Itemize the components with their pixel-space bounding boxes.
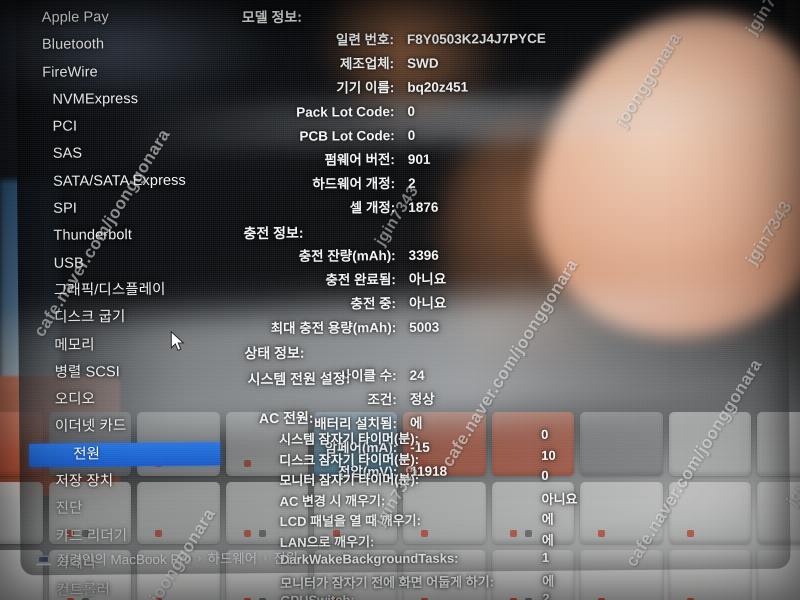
system-power-settings: 시스템 전원 설정: AC 전원: 시스템 잠자기 타이머(분): 0 디스크 잠자… — [245, 363, 787, 600]
sidebar-item-15[interactable]: 이더넷 카드 — [29, 413, 229, 442]
sidebar-selection-highlight — [29, 442, 221, 467]
system-power-row-value: 에 — [542, 573, 555, 589]
sidebar-item-14[interactable]: 오디오 — [29, 386, 229, 415]
detail-row-label: PCB Lot Code: — [299, 128, 395, 144]
system-power-row-label: 시스템 잠자기 타이머(분): — [279, 430, 419, 447]
sidebar-item-7[interactable]: SPI — [27, 194, 227, 223]
system-power-row-value: 아니요 — [541, 491, 578, 507]
detail-row: 제조업체: SWD — [242, 50, 672, 77]
sidebar[interactable]: Apple Pay Bluetooth FireWire NVMExpress PCI S… — [26, 3, 232, 600]
sidebar-item-6[interactable]: SATA/SATA Express — [27, 167, 227, 196]
detail-row-label: 셀 개정: — [349, 200, 396, 216]
model-info-title: 모델 정보: — [241, 8, 302, 26]
detail-row-value: 1876 — [408, 199, 439, 215]
detail-row-value: 5003 — [409, 319, 440, 335]
screenshot-root: Apple Pay Bluetooth FireWire NVMExpress PCI S… — [0, 0, 800, 600]
system-power-row-label: 모니터 잠자기 타이머(분): — [279, 471, 420, 488]
detail-row: 기기 이름: bq20z451 — [242, 74, 672, 101]
detail-row: 최대 충전 용량(mAh): 5003 — [244, 314, 674, 341]
detail-row-value: F8Y0503K2J4J7PYCE — [406, 30, 546, 47]
sidebar-item-13[interactable]: 병렬 SCSI — [28, 358, 228, 387]
state-info-title: 상태 정보: — [244, 344, 305, 362]
breadcrumb-separator: › — [197, 550, 202, 565]
system-power-row-value: 10 — [541, 447, 556, 463]
system-power-row-label: 디스크 잠자기 타이머(분): — [279, 451, 420, 468]
detail-row-value: bq20z451 — [407, 79, 469, 95]
sidebar-item-10[interactable]: 그래픽/디스플레이 — [28, 276, 228, 305]
detail-row-value: 아니요 — [408, 271, 447, 287]
sidebar-item-18[interactable]: 진단 — [30, 495, 230, 524]
breadcrumb-separator: › — [263, 550, 268, 565]
system-power-row-label: AC 변경 시 깨우기: — [279, 492, 386, 509]
detail-row: PCB Lot Code: 0 — [243, 122, 673, 149]
system-power-row-value: 에 — [541, 532, 554, 548]
system-power-row-value: 0 — [541, 467, 549, 483]
detail-row-value: 3396 — [408, 247, 439, 263]
breadcrumb-part-2[interactable]: 전원 — [273, 547, 298, 567]
system-power-row-value: 0 — [541, 426, 549, 442]
detail-row: 충전 잔량(mAh): 3396 — [244, 242, 674, 269]
detail-row: 일련 번호: F8Y0503K2J4J7PYCE — [242, 26, 672, 53]
sidebar-item-19[interactable]: 카드 리더기 — [30, 522, 230, 551]
detail-row-value: 0 — [407, 127, 416, 143]
detail-row-label: 하드웨어 개정: — [312, 176, 396, 192]
detail-row-label: 최대 충전 용량(mAh): — [270, 320, 397, 337]
detail-row-label: 일련 번호: — [335, 32, 395, 48]
detail-row-value: SWD — [407, 55, 439, 71]
detail-row: Pack Lot Code: 0 — [242, 98, 672, 125]
detail-row: 펌웨어 버전: 901 — [243, 146, 673, 173]
sidebar-item-1[interactable]: Bluetooth — [26, 31, 226, 60]
sidebar-item-3[interactable]: NVMExpress — [26, 85, 226, 114]
detail-row-label: 충전 잔량(mAh): — [298, 248, 396, 264]
breadcrumb-part-0[interactable]: 정경인의 MacBook Pro — [57, 548, 192, 569]
sidebar-item-16[interactable]: 전원 — [73, 443, 100, 466]
detail-row: 셀 개정: 1876 — [243, 194, 673, 221]
detail-row-label: 기기 이름: — [336, 80, 395, 96]
system-power-row-label: 모니터가 잠자기 전에 화면 어둡게 하기: — [280, 573, 495, 591]
system-power-row-label: DarkWakeBackgroundTasks: — [279, 550, 459, 567]
sidebar-item-21[interactable]: 컨트롤러 — [30, 577, 230, 600]
detail-row-value: 0 — [407, 103, 416, 119]
detail-row-value: 아니요 — [408, 295, 447, 311]
sidebar-item-17[interactable]: 저장 장치 — [29, 467, 229, 496]
breadcrumb[interactable]: 정경인의 MacBook Pro › 하드웨어 › 전원 — [36, 547, 298, 569]
detail-row: 충전 완료됨: 아니요 — [244, 266, 674, 293]
detail-row-label: 충전 완료됨: — [325, 272, 396, 288]
sidebar-item-0[interactable]: Apple Pay — [26, 3, 226, 32]
system-power-row-label: LCD 패널을 열 때 깨우기: — [279, 512, 421, 529]
sidebar-item-5[interactable]: SAS — [27, 140, 227, 169]
system-power-row-value: 에 — [541, 511, 554, 527]
system-power-row-label: GPUSwitch: — [280, 592, 355, 600]
sidebar-item-8[interactable]: Thunderbolt — [27, 222, 227, 251]
system-power-row-value: 2 — [542, 590, 550, 600]
charge-info-title: 충전 정보: — [243, 224, 304, 242]
sidebar-item-9[interactable]: USB — [28, 249, 228, 278]
system-power-title: 시스템 전원 설정: — [247, 370, 351, 388]
macbook-icon — [36, 553, 51, 565]
detail-row-label: 충전 중: — [350, 296, 397, 312]
detail-row: 충전 중: 아니요 — [244, 290, 674, 317]
detail-row-label: Pack Lot Code: — [296, 104, 395, 120]
detail-row-label: 펌웨어 버전: — [324, 152, 395, 168]
system-power-row-value: 1 — [541, 549, 550, 565]
detail-row-value: 2 — [408, 175, 416, 191]
sidebar-item-12[interactable]: 메모리 — [28, 331, 228, 360]
sidebar-item-2[interactable]: FireWire — [26, 58, 226, 87]
breadcrumb-part-1[interactable]: 하드웨어 — [207, 547, 257, 567]
sidebar-item-11[interactable]: 디스크 굽기 — [28, 304, 228, 333]
detail-row: 하드웨어 개정: 2 — [243, 170, 673, 197]
detail-row-label: 제조업체: — [339, 56, 395, 72]
sidebar-item-4[interactable]: PCI — [27, 113, 227, 142]
detail-row-value: 901 — [407, 151, 431, 167]
